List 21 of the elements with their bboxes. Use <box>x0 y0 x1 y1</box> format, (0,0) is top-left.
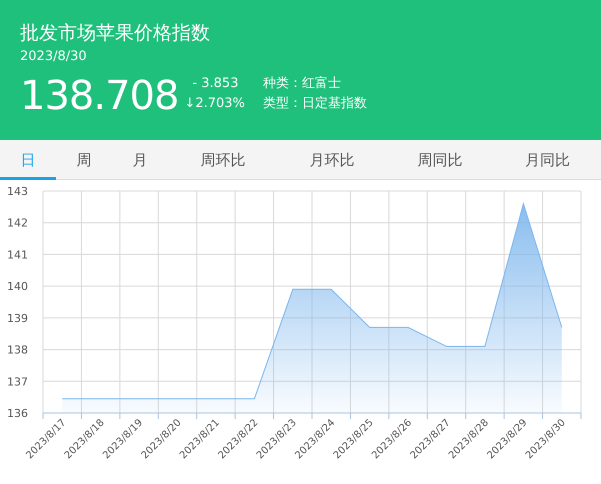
y-axis-label: 138 <box>7 344 28 357</box>
period-tab[interactable]: 周同比 <box>386 140 494 180</box>
index-value: 138.708 <box>20 74 178 118</box>
period-tab[interactable]: 周环比 <box>168 140 278 180</box>
y-axis-label: 139 <box>7 312 28 325</box>
period-tab[interactable]: 月同比 <box>494 140 601 180</box>
date-label: 2023/8/30 <box>20 48 88 66</box>
variety-label: 种类：红富士 <box>262 75 342 93</box>
y-axis-label: 136 <box>7 407 28 420</box>
change-percent: ↓2.703% <box>184 95 245 113</box>
y-axis-label: 143 <box>7 185 28 198</box>
y-axis-label: 140 <box>7 280 28 294</box>
y-axis-label: 137 <box>7 375 28 388</box>
period-tab[interactable]: 月环比 <box>278 140 386 180</box>
y-axis-label: 142 <box>7 216 28 230</box>
index-type-label: 类型：日定基指数 <box>262 95 367 113</box>
period-tab[interactable]: 周 <box>56 140 112 180</box>
period-tab[interactable]: 月 <box>112 140 168 180</box>
y-axis-label: 141 <box>7 248 28 262</box>
page-title: 批发市场苹果价格指数 <box>20 21 211 46</box>
change-value: - 3.853 <box>192 75 240 93</box>
